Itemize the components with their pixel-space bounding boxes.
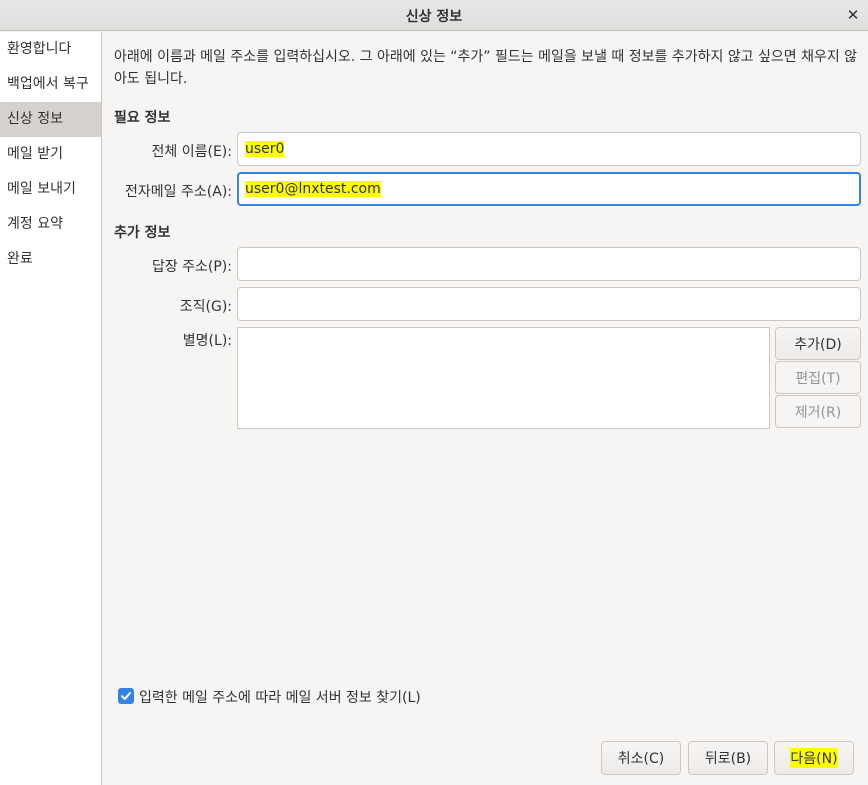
required-heading: 필요 정보 bbox=[114, 110, 171, 126]
email-label: 전자메일 주소(A): bbox=[125, 184, 232, 200]
email-value: user0@lnxtest.com bbox=[245, 181, 381, 197]
checkmark-icon bbox=[121, 692, 131, 700]
sidebar-item-receiving[interactable]: 메일 받기 bbox=[0, 137, 101, 172]
next-button[interactable]: 다음(N) bbox=[774, 741, 854, 775]
intro-text: 아래에 이름과 메일 주소를 입력하십시오. 그 아래에 있는 “추가” 필드는… bbox=[114, 49, 858, 87]
aliases-label: 별명(L): bbox=[182, 333, 232, 349]
lookup-label[interactable]: 입력한 메일 주소에 따라 메일 서버 정보 찾기(L) bbox=[139, 687, 421, 707]
close-icon[interactable]: ✕ bbox=[842, 4, 864, 26]
fullname-value: user0 bbox=[245, 141, 285, 157]
window-title: 신상 정보 bbox=[405, 9, 463, 25]
sidebar-item-done[interactable]: 완료 bbox=[0, 242, 101, 277]
optional-heading: 추가 정보 bbox=[114, 225, 171, 241]
add-alias-button[interactable]: 추가(D) bbox=[775, 327, 861, 360]
sidebar-item-summary[interactable]: 계정 요약 bbox=[0, 207, 101, 242]
next-button-label: 다음(N) bbox=[790, 748, 838, 768]
organization-field[interactable] bbox=[237, 287, 861, 321]
reply-to-label: 답장 주소(P): bbox=[151, 259, 232, 275]
edit-alias-button[interactable]: 편집(T) bbox=[775, 361, 861, 394]
aliases-list[interactable] bbox=[237, 327, 770, 429]
sidebar: 환영합니다 백업에서 복구 신상 정보 메일 받기 메일 보내기 계정 요약 완… bbox=[0, 32, 102, 785]
reply-to-field[interactable] bbox=[237, 247, 861, 281]
lookup-checkbox[interactable] bbox=[118, 688, 134, 704]
back-button[interactable]: 뒤로(B) bbox=[688, 741, 768, 775]
fullname-label: 전체 이름(E): bbox=[151, 144, 232, 160]
title-bar: 신상 정보 ✕ bbox=[0, 0, 868, 31]
sidebar-item-identity[interactable]: 신상 정보 bbox=[0, 102, 101, 137]
sidebar-item-welcome[interactable]: 환영합니다 bbox=[0, 32, 101, 67]
sidebar-item-sending[interactable]: 메일 보내기 bbox=[0, 172, 101, 207]
remove-alias-button[interactable]: 제거(R) bbox=[775, 395, 861, 428]
main-panel: 아래에 이름과 메일 주소를 입력하십시오. 그 아래에 있는 “추가” 필드는… bbox=[103, 32, 868, 785]
organization-label: 조직(G): bbox=[179, 299, 232, 315]
cancel-button[interactable]: 취소(C) bbox=[601, 741, 681, 775]
sidebar-item-restore[interactable]: 백업에서 복구 bbox=[0, 67, 101, 102]
fullname-field[interactable] bbox=[237, 132, 861, 166]
